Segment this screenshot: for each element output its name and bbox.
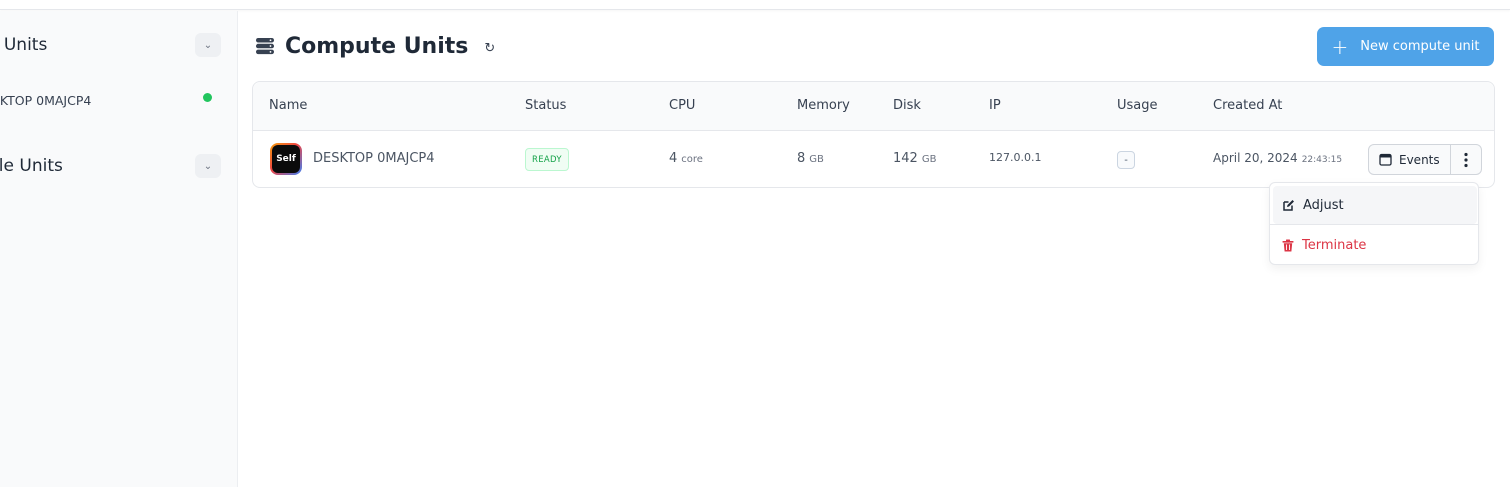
created-time: 22:43:15: [1301, 155, 1343, 165]
disk-unit: GB: [921, 154, 937, 165]
sidebar-section-compute-units[interactable]: e Units: [0, 31, 47, 59]
row-actions: Events: [1368, 144, 1482, 175]
memory-unit: GB: [809, 154, 824, 165]
events-button[interactable]: Events: [1369, 145, 1451, 174]
unit-name[interactable]: DESKTOP 0MAJCP4: [313, 151, 435, 166]
cpu-value: 4: [669, 151, 678, 166]
chevron-down-icon[interactable]: ⌄: [195, 154, 221, 178]
sidebar-section-available-units[interactable]: ble Units: [0, 152, 63, 180]
column-header-ip[interactable]: IP: [989, 98, 1001, 113]
menu-item-label: Adjust: [1303, 197, 1344, 213]
avatar-label: Self: [272, 145, 300, 173]
sidebar-item-label: SKTOP 0MAJCP4: [0, 92, 92, 108]
refresh-icon[interactable]: ↻: [484, 41, 495, 56]
column-header-cpu[interactable]: CPU: [669, 98, 695, 113]
kebab-menu-icon: [1464, 152, 1468, 167]
new-compute-unit-button[interactable]: + New compute unit: [1317, 27, 1494, 66]
main-content: Compute Units ↻ + New compute unit Name …: [239, 11, 1510, 487]
top-bar: [0, 0, 1510, 10]
disk-cell: 142 GB: [893, 151, 936, 166]
sidebar-section-label: ble Units: [0, 156, 63, 176]
cpu-unit: core: [681, 154, 703, 165]
menu-divider: [1270, 224, 1478, 225]
calendar-icon: [1379, 153, 1392, 166]
compute-units-table: Name Status CPU Memory Disk IP Usage Cre…: [252, 81, 1495, 188]
column-header-status[interactable]: Status: [525, 98, 566, 113]
more-options-button[interactable]: [1451, 145, 1481, 174]
table-header: Name Status CPU Memory Disk IP Usage Cre…: [253, 82, 1494, 131]
row-actions-menu: Adjust Terminate: [1269, 182, 1479, 265]
edit-icon: [1283, 199, 1294, 211]
avatar: Self: [270, 143, 302, 175]
status-badge: READY: [525, 148, 569, 171]
sidebar-item-desktop[interactable]: SKTOP 0MAJCP4: [0, 90, 91, 110]
online-status-dot: [203, 93, 212, 102]
usage-chip[interactable]: -: [1117, 151, 1135, 169]
memory-value: 8: [797, 151, 806, 166]
column-header-usage[interactable]: Usage: [1117, 98, 1158, 113]
column-header-memory[interactable]: Memory: [797, 98, 850, 113]
disk-value: 142: [893, 151, 918, 166]
table-row[interactable]: Self DESKTOP 0MAJCP4 READY 4 core 8 GB 1…: [253, 131, 1494, 187]
plus-icon: +: [1331, 34, 1349, 59]
page-header: Compute Units ↻: [255, 31, 495, 61]
column-header-disk[interactable]: Disk: [893, 98, 921, 113]
menu-item-label: Terminate: [1302, 237, 1367, 253]
cpu-cell: 4 core: [669, 151, 703, 166]
created-at-cell: April 20, 2024 22:43:15: [1213, 151, 1342, 165]
new-compute-unit-label: New compute unit: [1360, 39, 1480, 54]
sidebar-section-label: e Units: [0, 35, 48, 55]
ip-cell: 127.0.0.1: [989, 151, 1042, 164]
menu-item-terminate[interactable]: Terminate: [1273, 226, 1477, 264]
events-label: Events: [1399, 152, 1440, 167]
sidebar: e Units ⌄ SKTOP 0MAJCP4 ble Units ⌄: [0, 11, 238, 487]
created-date: April 20, 2024: [1213, 151, 1298, 165]
trash-icon: [1282, 239, 1294, 251]
page-title: Compute Units: [285, 33, 469, 59]
column-header-name[interactable]: Name: [269, 98, 307, 113]
column-header-created-at[interactable]: Created At: [1213, 98, 1282, 113]
memory-cell: 8 GB: [797, 151, 824, 166]
database-icon: [256, 38, 274, 55]
chevron-down-icon[interactable]: ⌄: [195, 33, 221, 57]
menu-item-adjust[interactable]: Adjust: [1273, 186, 1477, 224]
